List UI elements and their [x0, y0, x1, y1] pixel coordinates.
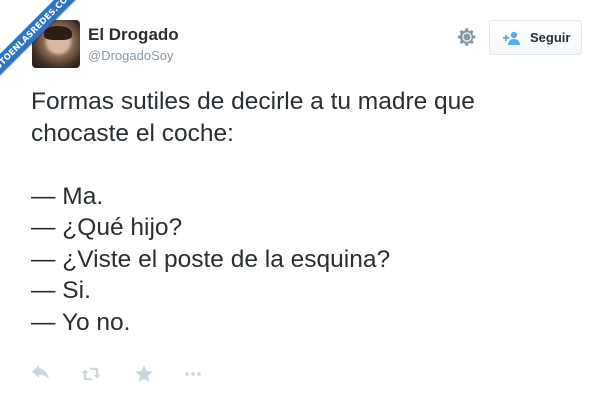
author-handle[interactable]: @DrogadoSoy [88, 48, 173, 63]
watermark-text: VISTOENLASREDES.COM [0, 0, 90, 90]
follow-button-label: Seguir [530, 30, 571, 45]
tweet-line: — Yo no. [31, 308, 131, 336]
follow-button[interactable]: Seguir [489, 20, 582, 55]
tweet-line: chocaste el coche: [31, 119, 234, 147]
tweet-text: Formas sutiles de decirle a tu madre que… [31, 86, 591, 338]
retweet-icon[interactable] [80, 364, 102, 384]
tweet-line: — Si. [31, 277, 91, 304]
tweet-line: — ¿Qué hijo? [31, 214, 183, 241]
reply-icon[interactable] [30, 364, 52, 384]
author-name[interactable]: El Drogado [88, 25, 179, 45]
tweet-line: Formas sutiles de decirle a tu madre que [31, 88, 475, 115]
star-icon[interactable] [133, 364, 155, 384]
more-icon[interactable] [182, 364, 204, 384]
tweet-line [31, 149, 591, 181]
watermark-ribbon: VISTOENLASREDES.COM [0, 0, 90, 90]
gear-icon[interactable] [456, 26, 478, 48]
tweet-line: — ¿Viste el poste de la esquina? [31, 245, 391, 273]
tweet-line: — Ma. [31, 182, 104, 210]
add-user-icon [503, 31, 520, 45]
